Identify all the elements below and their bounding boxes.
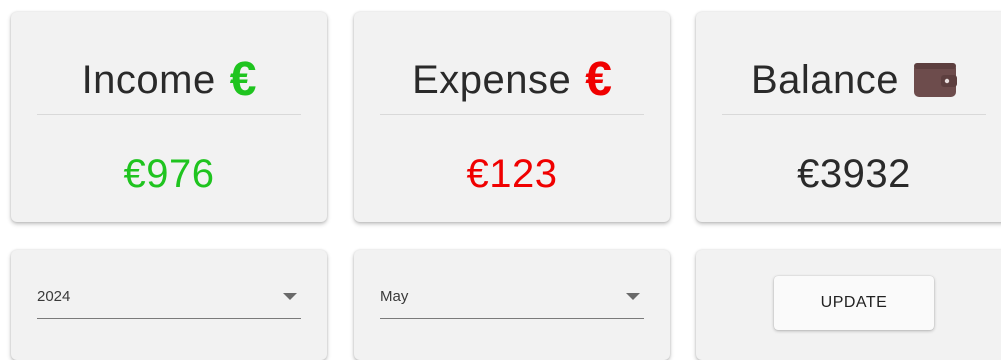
balance-divider xyxy=(722,114,986,115)
year-select-value: 2024 xyxy=(37,288,71,305)
update-card: UPDATE xyxy=(696,250,1001,360)
income-card: Income € €976 xyxy=(11,12,327,222)
month-select[interactable]: May xyxy=(380,280,644,319)
dropdown-arrow-icon[interactable] xyxy=(626,293,640,300)
income-label: Income xyxy=(81,57,216,102)
expense-label: Expense xyxy=(412,57,572,102)
balance-card: Balance €3932 xyxy=(696,12,1001,222)
income-title: Income € xyxy=(11,50,327,110)
balance-amount: €3932 xyxy=(797,151,911,196)
balance-title: Balance xyxy=(696,50,1001,110)
euro-icon: € xyxy=(585,53,612,106)
expense-card: Expense € €123 xyxy=(354,12,670,222)
income-amount: €976 xyxy=(123,151,215,196)
year-select[interactable]: 2024 xyxy=(37,280,301,319)
expense-amount: €123 xyxy=(466,151,558,196)
dropdown-arrow-icon[interactable] xyxy=(283,293,297,300)
euro-icon: € xyxy=(229,53,257,106)
expense-title: Expense € xyxy=(354,50,670,110)
balance-label: Balance xyxy=(750,57,900,102)
expense-divider xyxy=(380,114,644,115)
income-divider xyxy=(37,114,301,115)
update-button[interactable]: UPDATE xyxy=(774,276,934,330)
month-select-value: May xyxy=(380,288,409,305)
year-filter-card: 2024 xyxy=(11,250,327,360)
month-filter-card: May xyxy=(354,250,670,360)
wallet-icon xyxy=(913,61,958,99)
